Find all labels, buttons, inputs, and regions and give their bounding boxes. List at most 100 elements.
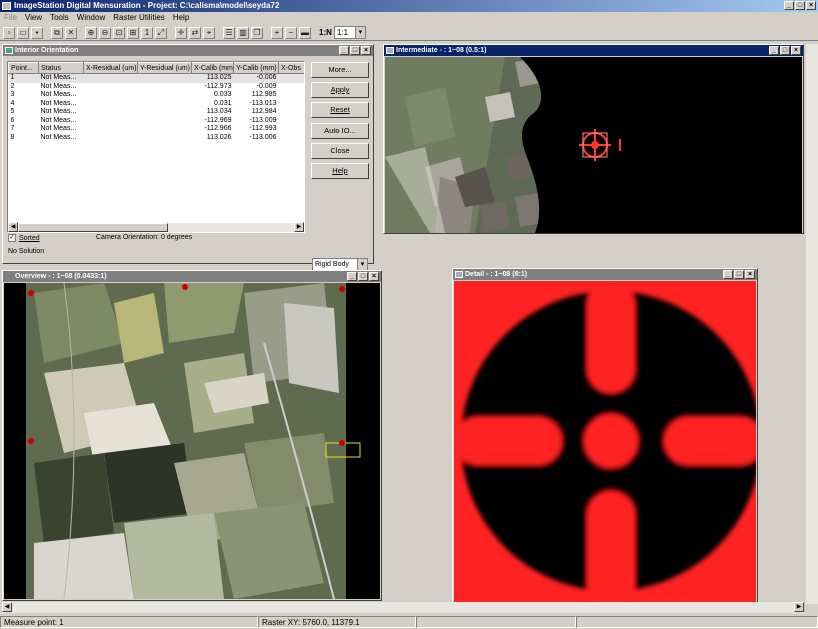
column-header-y-calib[interactable]: Y-Calib (mm) (233, 62, 279, 74)
more-button[interactable]: More... (311, 62, 369, 78)
menu-raster-utilities[interactable]: Raster Utilities (113, 12, 165, 24)
scroll-right-icon[interactable]: ▶ (294, 222, 304, 232)
app-close-button[interactable]: × (806, 1, 816, 10)
table-row[interactable]: 5 Not Meas... 113.034 112.984 (9, 108, 305, 117)
auto-io-button[interactable]: Auto IO... (311, 123, 369, 139)
io-scroll-thumb[interactable] (18, 223, 168, 232)
tile-horizontal-icon[interactable]: ☰ (223, 26, 235, 39)
roam-icon[interactable]: ⤢ (155, 26, 167, 39)
detail-maximize-button[interactable]: □ (734, 270, 744, 279)
cascade-icon[interactable]: ❐ (251, 26, 263, 39)
cell-status: Not Meas... (40, 99, 77, 107)
io-maximize-button[interactable]: □ (350, 46, 360, 55)
cell-y-residual (138, 117, 192, 126)
column-header-x-residual[interactable]: X-Residual (um) (83, 62, 138, 74)
column-header-y-residual[interactable]: Y-Residual (um) (137, 62, 192, 74)
overview-image-view[interactable] (4, 283, 380, 599)
new-icon[interactable]: ▫ (3, 26, 15, 39)
cell-point-id: 6 (10, 116, 15, 124)
table-row[interactable]: 8 Not Meas... 113.026 -113.006 (9, 134, 305, 143)
io-point-table: Point... Status X-Residual (um) Y-Residu… (8, 62, 305, 143)
detail-image-view[interactable] (454, 281, 756, 602)
table-row[interactable]: 6 Not Meas... -112.969 -113.009 (9, 116, 305, 126)
zoom-ratio-select[interactable]: 1:1 (333, 26, 366, 39)
table-row[interactable]: 2 Not Meas... -112.973 -0.009 (9, 83, 305, 92)
menu-window[interactable]: Window (77, 12, 105, 24)
cell-status: Not Meas... (40, 108, 77, 115)
intermediate-image-view[interactable] (385, 57, 802, 233)
app-maximize-button[interactable]: □ (795, 1, 805, 10)
close-button[interactable]: Close (311, 143, 369, 159)
crosshair-icon[interactable]: ✛ (175, 26, 187, 39)
table-row[interactable]: 1 Not Meas... 113.025 -0.006 (8, 73, 305, 83)
cell-x-calib: -112.969 (204, 116, 232, 124)
copy-icon[interactable]: ⧉ (51, 26, 63, 39)
cell-x-residual (84, 83, 138, 92)
table-row[interactable]: 4 Not Meas... 0.031 -113.013 (9, 99, 305, 109)
measure-icon[interactable]: ⌖ (203, 26, 215, 39)
table-row[interactable]: 3 Not Meas... 0.033 112.985 (9, 91, 305, 100)
detail-close-button[interactable]: × (745, 270, 755, 279)
zoom-window-icon[interactable]: ⊡ (113, 26, 125, 39)
cell-x-calib: 0.033 (213, 91, 232, 98)
menu-tools[interactable]: Tools (50, 12, 69, 24)
cell-point-id: 7 (10, 125, 15, 132)
cell-y-residual (138, 108, 192, 117)
scroll-left-icon[interactable]: ◀ (8, 222, 18, 232)
column-header-status[interactable]: Status (38, 62, 84, 74)
cell-status: Not Meas... (40, 125, 77, 132)
open-icon[interactable]: ▭ (17, 26, 29, 39)
cell-x-residual (84, 74, 138, 83)
zoom-1to1-icon[interactable]: 1 (141, 26, 153, 39)
cell-y-residual (138, 83, 192, 92)
intermediate-title-bar: Intermediate - : 1~08 (0.5:1) _ □ × (384, 45, 803, 56)
detail-minimize-button[interactable]: _ (723, 270, 733, 279)
overview-maximize-button[interactable]: □ (358, 272, 368, 281)
intermediate-close-button[interactable]: × (791, 46, 801, 55)
column-header-x-calib[interactable]: X-Calib (mm) (191, 62, 234, 74)
io-minimize-button[interactable]: _ (339, 46, 349, 55)
zoom-fit-icon[interactable]: ⊞ (127, 26, 139, 39)
cell-point-id: 3 (10, 91, 15, 98)
menu-help[interactable]: Help (173, 12, 189, 24)
menu-file[interactable]: File (4, 12, 17, 24)
cell-point-id: 4 (10, 99, 15, 107)
detail-title: Detail - : 1~08 (8:1) (465, 271, 528, 278)
layer-icon[interactable]: ▬ (299, 26, 311, 39)
reset-button[interactable]: Reset (311, 102, 369, 118)
io-table-scrollbar[interactable]: ◀ ▶ (8, 222, 304, 232)
overview-close-button[interactable]: × (369, 272, 379, 281)
cell-x-obs (279, 83, 305, 92)
help-button[interactable]: Help (311, 163, 369, 179)
menu-view[interactable]: View (25, 12, 42, 24)
sorted-checkbox-row: ✓ Sorted (8, 234, 40, 242)
cell-x-obs (279, 74, 305, 83)
tile-vertical-icon[interactable]: ▥ (237, 26, 249, 39)
column-header-point[interactable]: Point... (8, 62, 39, 74)
save-icon[interactable]: ▪ (31, 26, 43, 39)
main-vertical-scrollbar[interactable] (806, 44, 818, 604)
io-close-button[interactable]: × (361, 46, 371, 55)
sorted-checkbox[interactable]: ✓ (8, 234, 16, 242)
main-scroll-right-icon[interactable]: ▶ (794, 602, 804, 612)
main-horizontal-scrollbar[interactable]: ◀ ▶ (2, 602, 804, 613)
table-row[interactable]: 7 Not Meas... -112.966 -112.993 (9, 125, 305, 134)
delete-icon[interactable]: ✕ (65, 26, 77, 39)
io-title-bar: Interior Orientation _ □ × (3, 45, 373, 56)
overview-minimize-button[interactable]: _ (347, 272, 357, 281)
zoom-out-small-icon[interactable]: − (285, 26, 297, 39)
apply-button[interactable]: Apply (311, 82, 369, 98)
column-header-x-obs[interactable]: X-Obs (278, 62, 304, 74)
intermediate-minimize-button[interactable]: _ (769, 46, 779, 55)
intermediate-maximize-button[interactable]: □ (780, 46, 790, 55)
app-minimize-button[interactable]: _ (784, 1, 794, 10)
zoom-in-icon[interactable]: ⊕ (85, 26, 97, 39)
main-scroll-left-icon[interactable]: ◀ (2, 602, 12, 612)
app-icon (2, 2, 11, 10)
intermediate-window: Intermediate - : 1~08 (0.5:1) _ □ × (383, 44, 804, 234)
zoom-in-small-icon[interactable]: + (271, 26, 283, 39)
swap-icon[interactable]: ⇄ (189, 26, 201, 39)
status-panel-3 (416, 616, 576, 628)
cell-x-residual (84, 108, 138, 117)
zoom-out-icon[interactable]: ⊖ (99, 26, 111, 39)
